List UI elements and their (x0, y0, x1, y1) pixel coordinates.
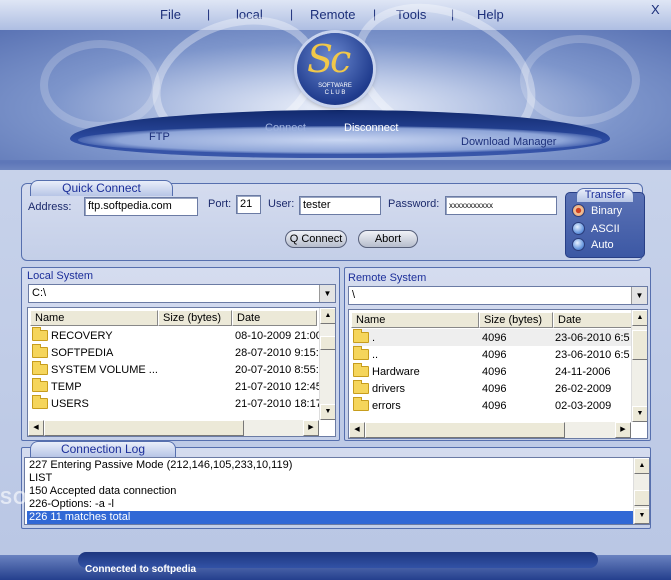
auto-radio[interactable] (572, 238, 585, 251)
address-label: Address: (28, 201, 72, 213)
logo-initials: Sc (307, 37, 351, 81)
col-date[interactable]: Date (232, 310, 317, 326)
folder-icon (353, 346, 369, 360)
folder-icon (353, 363, 369, 377)
col-name[interactable]: Name (351, 312, 479, 328)
log-vertical-scrollbar[interactable]: ▲ ▼ (633, 458, 649, 524)
list-item[interactable]: USERS 21-07-2010 18:17 (32, 395, 319, 412)
ascii-label: ASCII (591, 223, 620, 235)
local-system-title: Local System (27, 270, 94, 282)
list-item[interactable]: .. 4096 23-06-2010 6:5 (353, 346, 633, 363)
transfer-title: Transfer (576, 188, 634, 202)
log-line-selected: 226 11 matches total (27, 511, 633, 524)
col-name[interactable]: Name (30, 310, 158, 326)
local-path-value: C:\ (32, 287, 47, 299)
folder-icon (32, 361, 48, 375)
scroll-up-icon[interactable]: ▲ (634, 458, 649, 474)
remote-path-value: \ (352, 289, 356, 301)
folder-icon (32, 327, 48, 341)
list-item[interactable]: SOFTPEDIA 28-07-2010 9:15: (32, 344, 319, 361)
log-line: LIST (29, 472, 53, 484)
menu-remote[interactable]: Remote (310, 7, 356, 22)
binary-radio[interactable] (572, 204, 585, 217)
user-field[interactable]: tester (299, 196, 381, 215)
menu-bar: File | local | Remote | Tools | Help X (0, 0, 671, 30)
quick-connect-button[interactable]: Q Connect (285, 230, 347, 248)
nav-disconnect[interactable]: Disconnect (344, 122, 398, 134)
remote-path-combo[interactable]: \ ▼ (348, 286, 648, 305)
softpedia-watermark: SO (0, 488, 29, 508)
local-horizontal-scrollbar[interactable]: ◀ ▶ (28, 420, 319, 436)
log-line: 227 Entering Passive Mode (212,146,105,2… (29, 459, 293, 471)
local-path-combo[interactable]: C:\ ▼ (28, 284, 336, 303)
scroll-thumb[interactable] (320, 336, 335, 350)
auto-label: Auto (591, 239, 614, 251)
chevron-down-icon[interactable]: ▼ (319, 285, 335, 302)
port-field[interactable]: 21 (236, 195, 261, 214)
close-icon[interactable]: X (651, 2, 660, 17)
folder-icon (353, 397, 369, 411)
menu-separator: | (290, 7, 294, 21)
port-label: Port: (208, 198, 232, 210)
menu-separator: | (207, 7, 211, 21)
remote-horizontal-scrollbar[interactable]: ◀ ▶ (349, 422, 631, 438)
list-item[interactable]: RECOVERY 08-10-2009 21:00 (32, 327, 319, 344)
binary-label: Binary (591, 205, 623, 217)
scroll-up-icon[interactable]: ▲ (320, 308, 335, 324)
scroll-right-icon[interactable]: ▶ (615, 422, 631, 438)
connection-log-title: Connection Log (30, 441, 176, 457)
password-label: Password: (388, 198, 440, 210)
quick-connect-title: Quick Connect (30, 180, 173, 196)
nav-ftp[interactable]: FTP (149, 131, 170, 143)
scroll-left-icon[interactable]: ◀ (349, 422, 365, 438)
folder-icon (32, 344, 48, 358)
scroll-thumb[interactable] (44, 420, 244, 436)
col-size[interactable]: Size (bytes) (479, 312, 553, 328)
software-club-logo: Sc SOFTWARE C L U B (297, 33, 373, 105)
list-item[interactable]: TEMP 21-07-2010 12:45 (32, 378, 319, 395)
status-text: Connected to softpedia (85, 564, 197, 575)
address-field[interactable]: ftp.softpedia.com (84, 197, 198, 216)
list-item[interactable]: Hardware 4096 24-11-2006 (353, 363, 633, 380)
chevron-down-icon[interactable]: ▼ (631, 287, 647, 304)
scroll-down-icon[interactable]: ▼ (634, 508, 649, 524)
abort-button[interactable]: Abort (358, 230, 418, 248)
logo-text: SOFTWARE C L U B (318, 83, 352, 96)
folder-icon (32, 378, 48, 392)
col-size[interactable]: Size (bytes) (158, 310, 232, 326)
scroll-thumb[interactable] (365, 422, 565, 438)
folder-icon (353, 329, 369, 343)
remote-system-title: Remote System (348, 272, 427, 284)
nav-connect[interactable]: Connect (265, 122, 306, 134)
nav-download-manager[interactable]: Download Manager (461, 136, 556, 148)
user-label: User: (268, 198, 295, 210)
folder-icon (353, 380, 369, 394)
scroll-left-icon[interactable]: ◀ (28, 420, 44, 436)
menu-file[interactable]: File (160, 7, 181, 22)
ascii-radio[interactable] (572, 222, 585, 235)
local-vertical-scrollbar[interactable]: ▲ ▼ (319, 308, 335, 420)
scroll-right-icon[interactable]: ▶ (303, 420, 319, 436)
list-item[interactable]: drivers 4096 26-02-2009 (353, 380, 633, 397)
local-file-list[interactable]: Name Size (bytes) Date RECOVERY 08-10-200… (27, 307, 336, 437)
list-item[interactable]: SYSTEM VOLUME ... 20-07-2010 8:55: (32, 361, 319, 378)
folder-icon (32, 395, 48, 409)
scroll-up-icon[interactable]: ▲ (632, 310, 647, 326)
scroll-down-icon[interactable]: ▼ (320, 404, 335, 420)
log-line: 150 Accepted data connection (29, 485, 177, 497)
connection-log[interactable]: 227 Entering Passive Mode (212,146,105,2… (24, 457, 650, 525)
password-field[interactable]: xxxxxxxxxxx (445, 196, 557, 215)
list-item[interactable]: errors 4096 02-03-2009 (353, 397, 633, 414)
log-line: 226-Options: -a -l (29, 498, 114, 510)
scroll-thumb[interactable] (632, 330, 647, 360)
remote-list-header: Name Size (bytes) Date (351, 312, 632, 328)
remote-file-list[interactable]: Name Size (bytes) Date . 4096 23-06-2010 6… (348, 309, 648, 439)
col-date[interactable]: Date (553, 312, 632, 328)
local-list-header: Name Size (bytes) Date (30, 310, 317, 326)
scroll-thumb[interactable] (634, 490, 649, 506)
list-item[interactable]: . 4096 23-06-2010 6:5 (353, 329, 633, 346)
remote-vertical-scrollbar[interactable]: ▲ ▼ (631, 310, 647, 422)
scroll-down-icon[interactable]: ▼ (632, 406, 647, 422)
